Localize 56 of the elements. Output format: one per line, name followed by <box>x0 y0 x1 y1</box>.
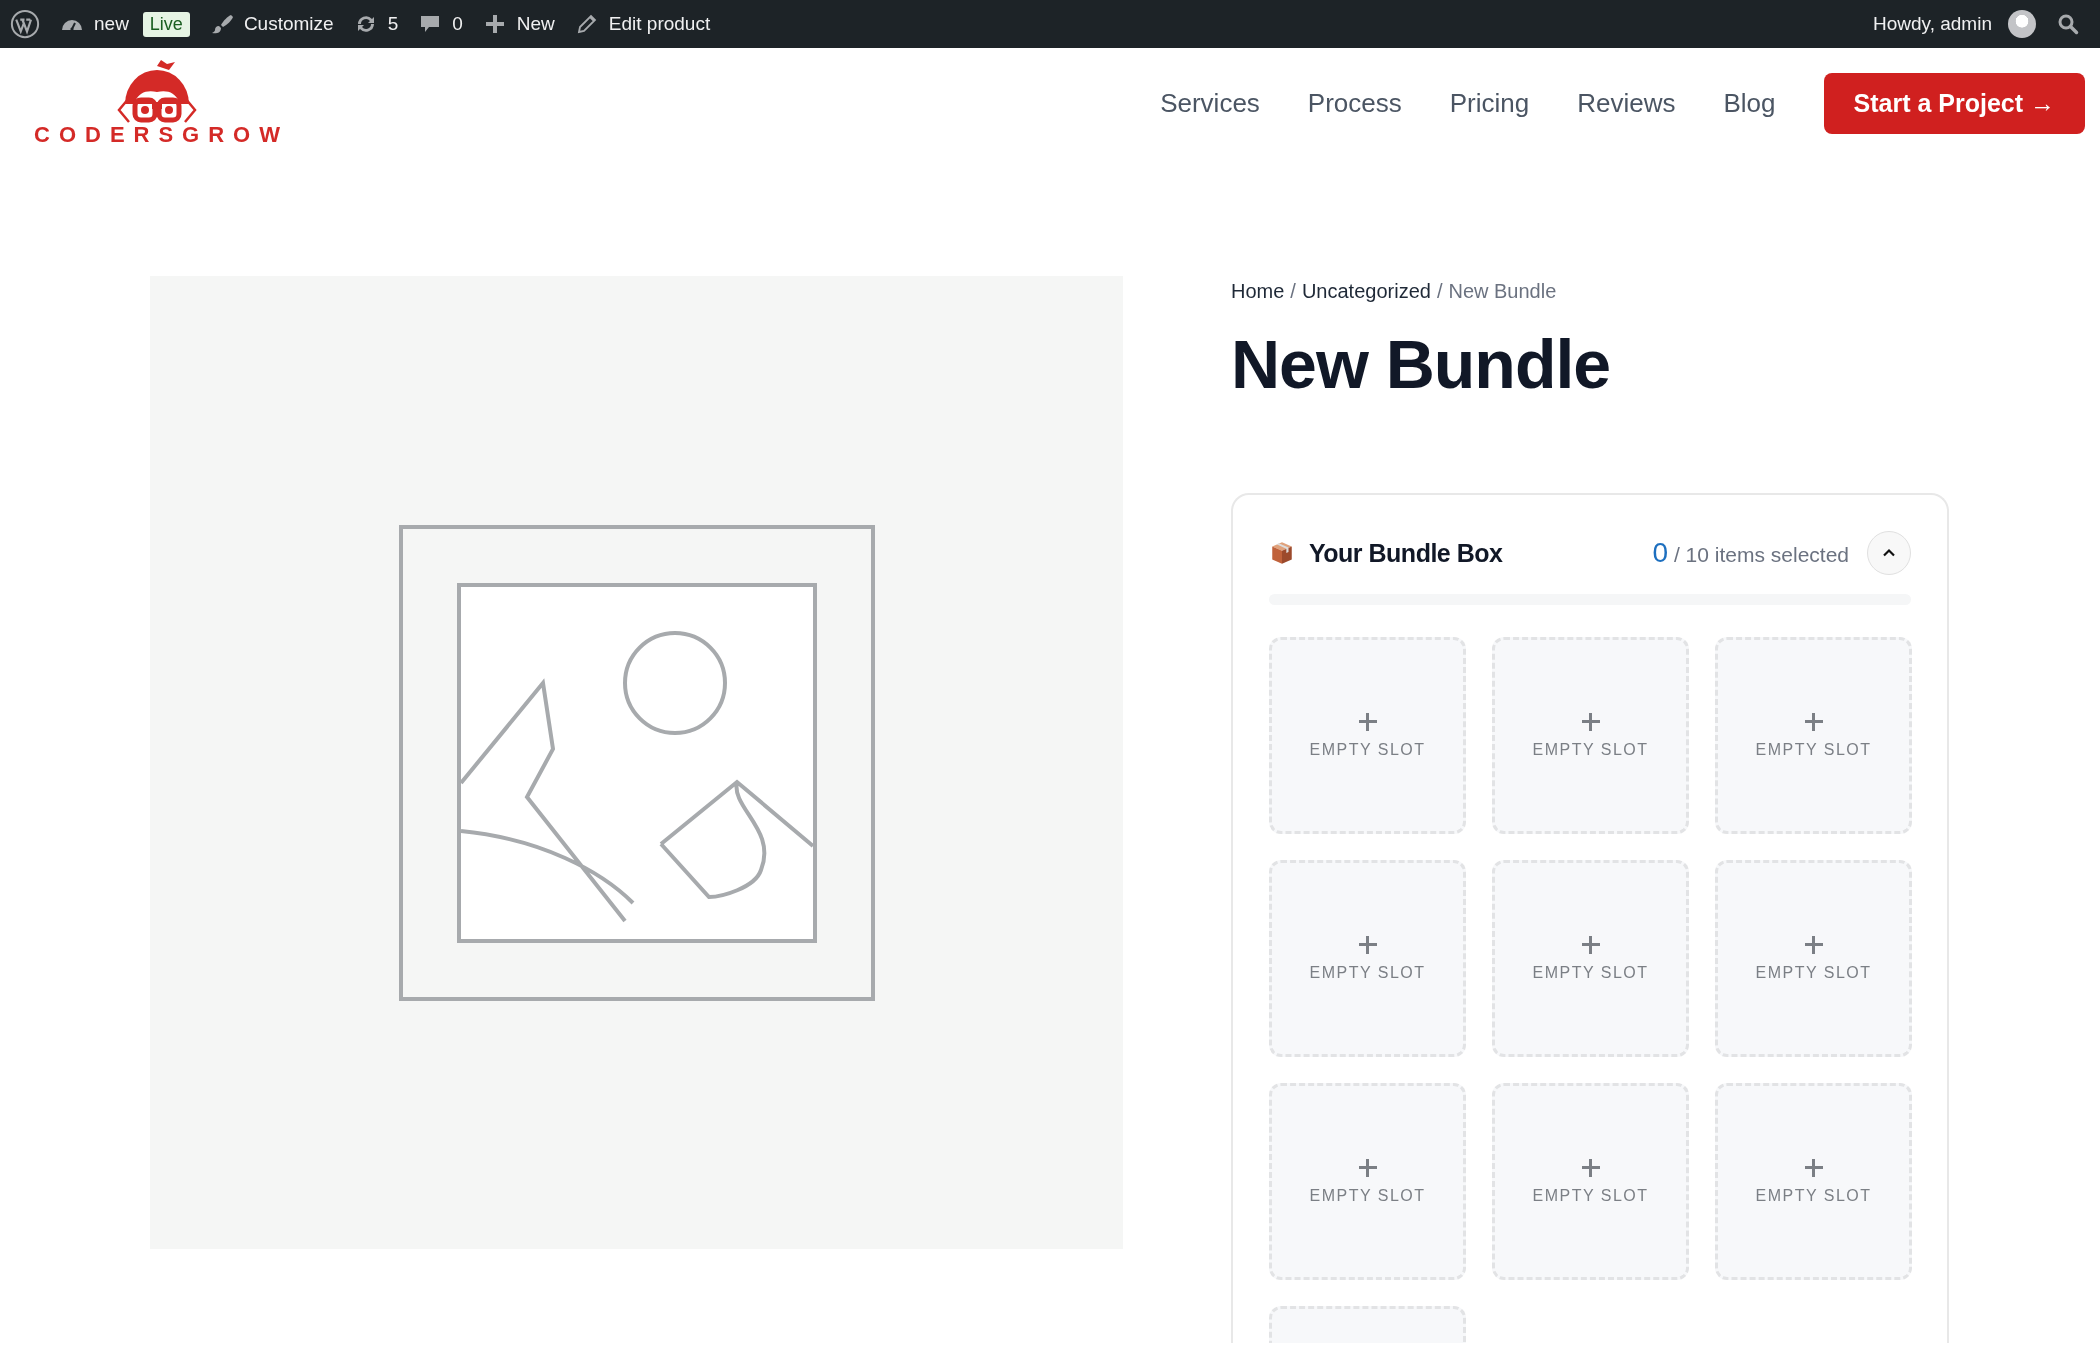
empty-slot[interactable]: EMPTY SLOT <box>1269 860 1466 1057</box>
breadcrumb-separator: / <box>1436 280 1443 303</box>
empty-slot[interactable]: EMPTY SLOT <box>1492 860 1689 1057</box>
slot-label: EMPTY SLOT <box>1309 740 1426 759</box>
plus-icon <box>1581 1158 1600 1177</box>
breadcrumb-current: New Bundle <box>1448 280 1557 303</box>
nav-link[interactable]: Services <box>1160 87 1260 119</box>
plus-icon <box>1358 1158 1377 1177</box>
slot-label: EMPTY SLOT <box>1755 1186 1872 1205</box>
breadcrumb-link[interactable]: Uncategorized <box>1301 280 1431 303</box>
nav-link[interactable]: Blog <box>1723 87 1776 119</box>
plus-icon <box>1804 1158 1823 1177</box>
breadcrumb-link[interactable]: Home <box>1231 280 1285 303</box>
plus-icon <box>1358 712 1377 731</box>
admin-bar-item[interactable]: 5 <box>353 12 399 36</box>
empty-slot[interactable]: EMPTY SLOT <box>1269 1083 1466 1280</box>
logo-wordmark: CODERSGROW <box>34 124 289 146</box>
admin-bar-item[interactable]: New <box>482 12 555 36</box>
package-icon <box>1269 540 1295 566</box>
plus-icon <box>1804 712 1823 731</box>
admin-bar-item[interactable]: 0 <box>418 12 463 36</box>
image-placeholder-icon <box>398 524 875 1001</box>
plus-icon <box>1358 935 1377 954</box>
plus-icon <box>1804 935 1823 954</box>
admin-bar-item[interactable]: Edit product <box>574 12 711 36</box>
wordpress-logo-icon[interactable] <box>10 9 40 39</box>
admin-bar-item[interactable]: new <box>60 12 129 36</box>
start-project-button[interactable]: Start a Project → <box>1823 72 2085 134</box>
slot-label: EMPTY SLOT <box>1532 1186 1649 1205</box>
empty-slot[interactable]: EMPTY SLOT <box>1715 860 1912 1057</box>
selection-count: 0 / 10 items selected <box>1652 537 1849 569</box>
slot-label: EMPTY SLOT <box>1309 963 1426 982</box>
live-badge[interactable]: Live <box>142 11 190 37</box>
slot-label: EMPTY SLOT <box>1309 1186 1426 1205</box>
avatar-icon <box>2008 10 2036 38</box>
empty-slot[interactable]: EMPTY SLOT <box>1492 637 1689 834</box>
slot-label: EMPTY SLOT <box>1532 963 1649 982</box>
admin-bar-item[interactable]: Customize <box>209 12 334 36</box>
user-menu[interactable]: Howdy, admin <box>1873 10 2036 38</box>
search-icon[interactable] <box>2056 12 2080 36</box>
product-title: New Bundle <box>1231 325 1612 403</box>
slot-label: EMPTY SLOT <box>1755 963 1872 982</box>
empty-slot[interactable]: EMPTY SLOT <box>1269 637 1466 834</box>
empty-slot[interactable]: EMPTY SLOT <box>1492 1083 1689 1280</box>
nav-link[interactable]: Process <box>1307 87 1402 119</box>
empty-slot[interactable]: EMPTY SLOT <box>1715 1083 1912 1280</box>
plus-icon <box>1581 712 1600 731</box>
nav-link[interactable]: Pricing <box>1449 87 1530 119</box>
slot-label: EMPTY SLOT <box>1532 740 1649 759</box>
plus-icon <box>1581 935 1600 954</box>
slot-label: EMPTY SLOT <box>1755 740 1872 759</box>
nav-link[interactable]: Reviews <box>1577 87 1676 119</box>
breadcrumb-separator: / <box>1290 280 1296 303</box>
bundle-title: Your Bundle Box <box>1309 538 1503 568</box>
collapse-button[interactable] <box>1867 531 1911 575</box>
empty-slot[interactable]: EMPTY SLOT <box>1715 637 1912 834</box>
